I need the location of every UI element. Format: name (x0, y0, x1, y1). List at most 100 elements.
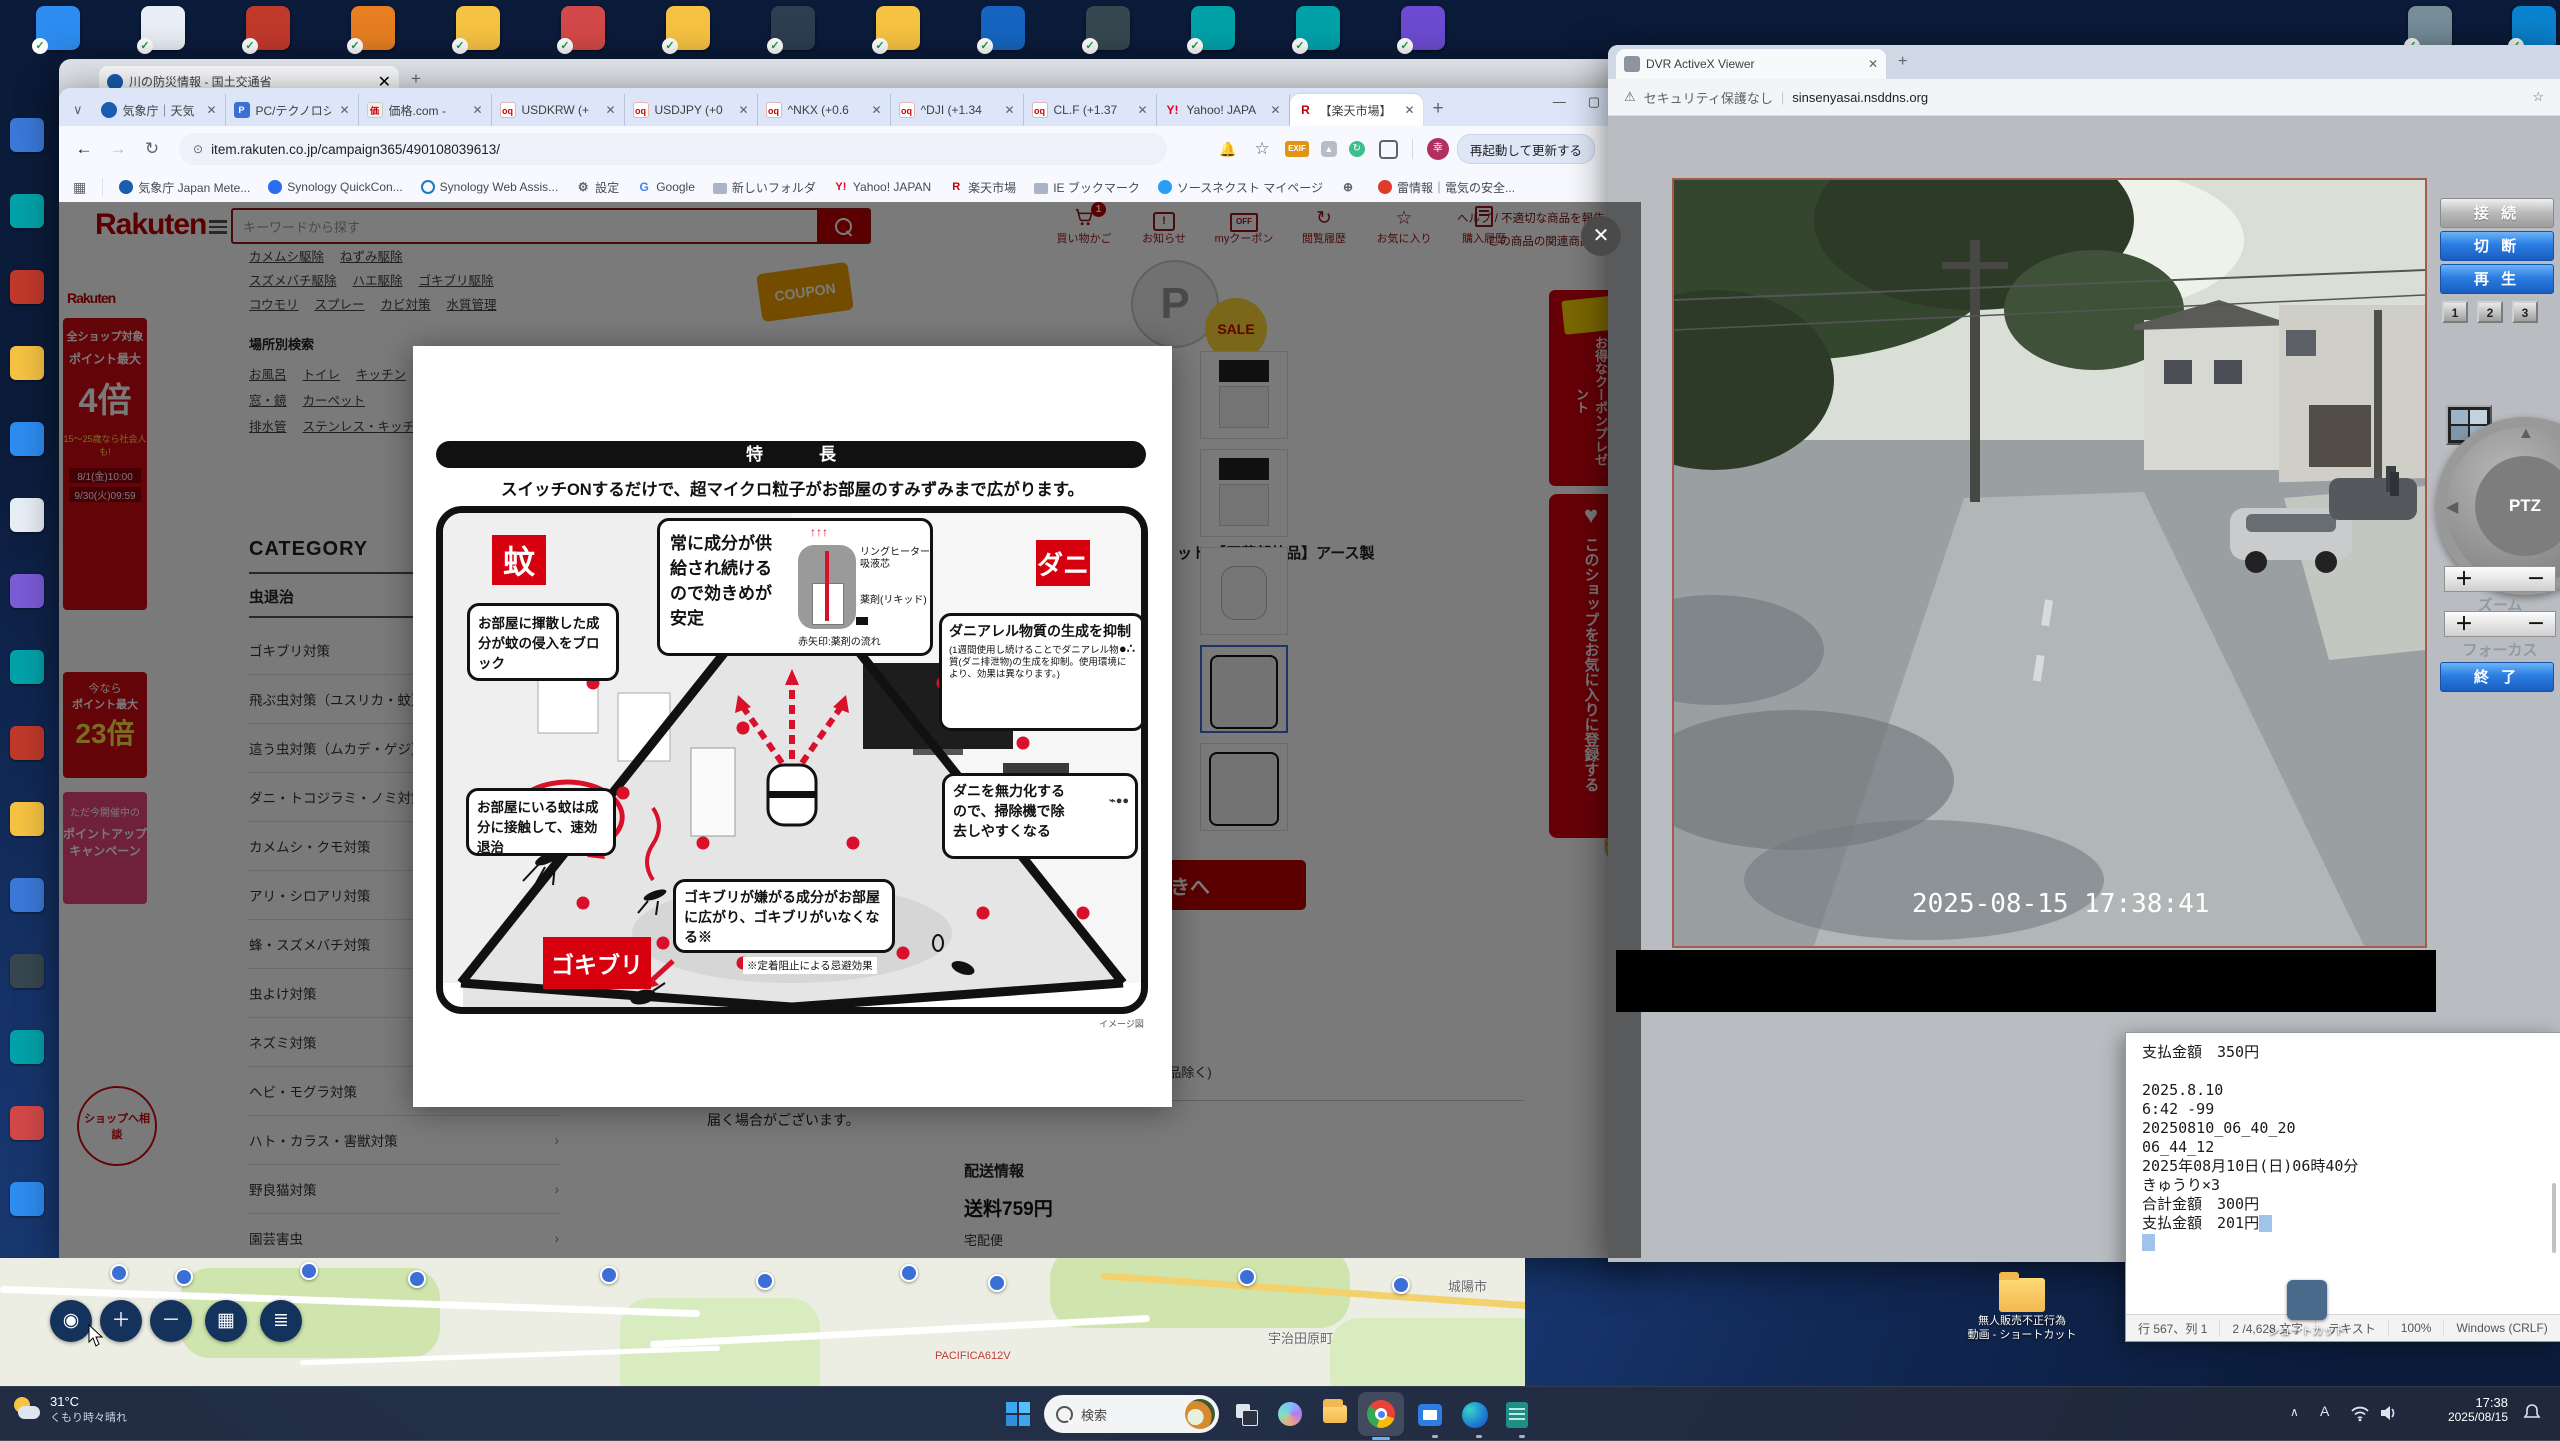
desktop-icon[interactable]: ✓ (876, 6, 920, 50)
channel-button[interactable]: 2 (2477, 301, 2503, 323)
desktop-icon[interactable]: ✓ (561, 6, 605, 50)
desktop-icon[interactable] (10, 574, 44, 608)
forward-icon[interactable]: → (101, 139, 135, 159)
map-pin-icon[interactable] (175, 1268, 193, 1286)
profile-avatar[interactable]: 幸 (1427, 138, 1449, 160)
channel-button[interactable]: 1 (2442, 301, 2468, 323)
map-menu-button[interactable]: ≣ (260, 1300, 302, 1342)
desktop-icon[interactable]: ✓ (2512, 6, 2556, 50)
sync-extension-icon[interactable]: ↻ (1349, 141, 1365, 157)
desktop-icon[interactable]: ✓ (2408, 6, 2452, 50)
wifi-icon[interactable] (2350, 1403, 2370, 1423)
dvr-tab[interactable]: DVR ActiveX Viewer ✕ (1616, 49, 1886, 79)
map-zoom-in-button[interactable]: ＋ (100, 1300, 142, 1342)
desktop-icon[interactable]: ✓ (351, 6, 395, 50)
maximize-button[interactable]: ▢ (1588, 94, 1600, 110)
focus-out-icon[interactable]: － (2527, 611, 2545, 637)
tab-close-icon[interactable]: ✕ (736, 103, 750, 117)
dvr-new-tab-button[interactable]: + (1898, 53, 1907, 71)
map-zoom-out-button[interactable]: － (150, 1300, 192, 1342)
desktop-icon[interactable]: ✓ (1086, 6, 1130, 50)
map-pin-icon[interactable] (600, 1266, 618, 1284)
tab-close-icon[interactable]: ✕ (470, 103, 484, 117)
tab-close-icon[interactable]: ✕ (337, 103, 351, 117)
browser-tab[interactable]: 価価格.com -✕ (359, 94, 492, 126)
exit-button[interactable]: 終 了 (2440, 662, 2554, 692)
desktop-icon[interactable]: ✓ (36, 6, 80, 50)
desktop-icon[interactable] (10, 650, 44, 684)
restart-update-button[interactable]: 再起動して更新する (1457, 134, 1595, 164)
dvr-bookmark-star-icon[interactable]: ☆ (2532, 89, 2544, 105)
map-pin-icon[interactable] (110, 1264, 128, 1282)
channel-button[interactable]: 3 (2512, 301, 2538, 323)
zoom-control[interactable]: ＋－ (2444, 566, 2556, 592)
photos-extension-icon[interactable]: ▲ (1321, 141, 1337, 157)
extensions-puzzle-icon[interactable] (1379, 140, 1398, 159)
tab-search-chevron-icon[interactable]: ∨ (73, 102, 83, 118)
reload-icon[interactable]: ↻ (135, 139, 169, 159)
dvr-address-bar[interactable]: ⚠ セキュリティ保護なし | sinsenyasai.nsddns.org ☆ (1608, 79, 2560, 116)
browser-tab[interactable]: oqUSDKRW (+✕ (492, 94, 625, 126)
tab-close-icon[interactable]: ✕ (603, 103, 617, 117)
weather-widget[interactable]: 31°C くもり時々晴れ (12, 1394, 127, 1425)
desktop-icon[interactable]: ✓ (246, 6, 290, 50)
desktop-icon[interactable]: ✓ (771, 6, 815, 50)
bookmark-item[interactable]: ⚙設定 (576, 179, 619, 196)
focus-control[interactable]: ＋－ (2444, 611, 2556, 637)
desktop-icon[interactable]: ✓ (981, 6, 1025, 50)
clock[interactable]: 17:38 2025/08/15 (2408, 1395, 2508, 1424)
desktop-icon[interactable] (10, 1182, 44, 1216)
desktop-icon[interactable]: ✓ (666, 6, 710, 50)
bookmark-item[interactable]: GGoogle (637, 180, 695, 194)
connect-button[interactable]: 接 続 (2440, 198, 2554, 228)
browser-tab[interactable]: oq^DJI (+1.34✕ (891, 94, 1024, 126)
browser-tab[interactable]: 気象庁｜天気✕ (93, 94, 226, 126)
desktop-icon[interactable] (10, 346, 44, 380)
chrome-button-active[interactable] (1358, 1392, 1404, 1436)
zoom-in-icon[interactable]: ＋ (2455, 566, 2473, 592)
play-button[interactable]: 再 生 (2440, 264, 2554, 294)
map-panel[interactable]: 城陽市 宇治田原町 PACIFICA612V ◉ ＋ － ▦ ≣ (0, 1258, 1525, 1386)
desktop-icon[interactable]: ✓ (1191, 6, 1235, 50)
taskbar-search[interactable]: 検索 (1044, 1395, 1219, 1433)
desktop-icon[interactable]: ✓ (1401, 6, 1445, 50)
dvr-tab-close-icon[interactable]: ✕ (1868, 57, 1878, 71)
bookmark-item[interactable]: IE ブックマーク (1034, 179, 1140, 196)
desktop-icon[interactable] (10, 118, 44, 152)
desktop-icon[interactable]: ✓ (141, 6, 185, 50)
bookmark-item[interactable]: 雷情報｜電気の安全... (1378, 179, 1515, 196)
bookmark-item[interactable]: 新しいフォルダ (713, 179, 816, 196)
store-button[interactable] (1412, 1396, 1448, 1432)
ime-indicator[interactable]: A (2320, 1403, 2329, 1419)
bookmark-item[interactable]: Y!Yahoo! JAPAN (834, 180, 931, 194)
map-locate-button[interactable]: ◉ (50, 1300, 92, 1342)
tab-close-icon[interactable]: ✕ (869, 103, 883, 117)
bookmark-item[interactable]: ソースネクスト マイページ (1158, 179, 1323, 196)
bookmark-item[interactable]: 気象庁 Japan Mete... (119, 179, 250, 196)
tab-close-icon[interactable]: ✕ (204, 103, 218, 117)
copilot-button[interactable] (1272, 1396, 1308, 1432)
desktop-icon[interactable] (10, 498, 44, 532)
desktop-icon[interactable] (10, 1030, 44, 1064)
browser-tab[interactable]: R【楽天市場】✕ (1290, 94, 1423, 126)
browser-tab[interactable]: oqUSDJPY (+0✕ (625, 94, 758, 126)
tab-close-icon[interactable]: ✕ (1002, 103, 1016, 117)
map-pin-icon[interactable] (988, 1274, 1006, 1292)
browser-tab[interactable]: PPC/テクノロジ✕ (226, 94, 359, 126)
exif-extension-icon[interactable]: EXIF (1285, 141, 1309, 157)
bookmark-star-icon[interactable]: ☆ (1245, 139, 1279, 159)
desktop-icon[interactable] (10, 726, 44, 760)
bookmark-item[interactable]: R楽天市場 (949, 179, 1016, 196)
notification-add-icon[interactable]: 🔔 (1211, 141, 1245, 158)
desktop-icon[interactable] (10, 878, 44, 912)
background-new-tab-button[interactable]: + (411, 69, 421, 89)
start-button[interactable] (1000, 1396, 1036, 1432)
desktop-icon[interactable] (10, 954, 44, 988)
tab-close-icon[interactable]: ✕ (1268, 103, 1282, 117)
desktop-icon[interactable] (10, 802, 44, 836)
desktop-icon[interactable] (10, 422, 44, 456)
map-pin-icon[interactable] (900, 1264, 918, 1282)
ptz-up-icon[interactable]: ▲ (2518, 425, 2534, 443)
minimize-button[interactable]: — (1553, 94, 1566, 110)
ptz-left-icon[interactable]: ◀ (2446, 497, 2458, 517)
